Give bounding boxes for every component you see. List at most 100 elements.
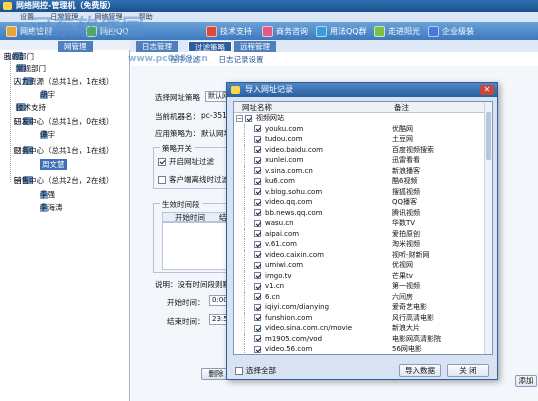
checkbox[interactable]: [235, 367, 243, 375]
checkbox[interactable]: [254, 293, 261, 300]
url-row[interactable]: aipai.com 爱拍原创: [234, 228, 486, 239]
add-button[interactable]: 添加: [515, 375, 537, 387]
tree-root[interactable]: − 我的部门: [4, 52, 34, 61]
url-list[interactable]: 网址名称 备注 − 视频网站 youku.com 优酷网 tudou.com 土豆网 vi…: [233, 101, 493, 355]
url-name: 6.cn: [265, 292, 280, 301]
url-row[interactable]: v.blog.sohu.com 搜狐视频: [234, 186, 486, 197]
url-row[interactable]: video.56.com 56网电影: [234, 344, 486, 354]
url-row[interactable]: v.sina.com.cn 新浪播客: [234, 165, 486, 176]
checkbox[interactable]: [254, 261, 261, 269]
checkbox[interactable]: [254, 240, 261, 248]
import-data-button[interactable]: 导入数据: [399, 364, 441, 377]
close-icon[interactable]: ✕: [480, 85, 494, 95]
checkbox[interactable]: [254, 251, 261, 258]
enterprise-button[interactable]: 企业级装: [428, 25, 474, 38]
tree-connector: [244, 323, 245, 334]
checkbox[interactable]: [254, 167, 261, 174]
checkbox[interactable]: [158, 158, 166, 166]
url-row[interactable]: v.61.com 淘米视频: [234, 239, 486, 250]
checkbox[interactable]: [254, 219, 261, 227]
time-note: 说明：没有时间段则默: [155, 280, 230, 289]
tree-item-finance[interactable]: − 财务中心（总共1台，1在线）: [14, 146, 114, 155]
checkbox[interactable]: [254, 146, 261, 153]
checkbox[interactable]: [158, 176, 166, 184]
tree-item-hr[interactable]: − 人力资源（总共1台，1在线）: [14, 77, 114, 86]
url-name: aipai.com: [265, 229, 300, 238]
tab-filter-policy[interactable]: 过滤策略: [188, 41, 232, 52]
group-icon: [316, 26, 327, 37]
url-row[interactable]: ku6.com 酷6视频: [234, 176, 486, 187]
checkbox[interactable]: [254, 303, 261, 311]
tree-item-user-selected[interactable]: 周文慧: [40, 159, 67, 170]
url-row[interactable]: xunlei.com 迅雷看看: [234, 155, 486, 166]
url-row[interactable]: umiwi.com 优视网: [234, 260, 486, 271]
offline-filter-option[interactable]: 客户端离线时过滤: [158, 174, 229, 185]
checkbox[interactable]: [254, 209, 261, 216]
time-table-body[interactable]: [162, 222, 228, 270]
url-row[interactable]: 6.cn 六间房: [234, 291, 486, 302]
url-row[interactable]: imgo.tv 芒果tv: [234, 270, 486, 281]
url-note: 芒果tv: [392, 271, 413, 280]
tree-item-user[interactable]: 胡宇: [40, 90, 55, 99]
url-note: 风行高清电影: [392, 313, 434, 322]
checkbox[interactable]: [254, 314, 261, 321]
tree-item-user[interactable]: 谭宇: [40, 130, 55, 139]
category-row[interactable]: − 视频网站: [234, 113, 486, 124]
close-button[interactable]: 关 闭: [447, 364, 489, 377]
url-row[interactable]: video.baidu.com 百度视频搜索: [234, 144, 486, 155]
tab-logs[interactable]: 日志管理: [136, 41, 178, 52]
url-name: v.blog.sohu.com: [265, 187, 323, 196]
url-row[interactable]: iqiyi.com/dianying 爱奇艺电影: [234, 302, 486, 313]
tab-remote[interactable]: 远程管理: [234, 41, 276, 52]
url-row[interactable]: funshion.com 风行高清电影: [234, 312, 486, 323]
checkbox[interactable]: [254, 282, 261, 290]
checkbox[interactable]: [254, 230, 261, 237]
url-name: m1905.com/vod: [265, 334, 323, 343]
url-note: 56网电影: [392, 345, 422, 353]
business-button[interactable]: 商务咨询: [262, 25, 308, 38]
tree-item-tech[interactable]: 技术支持: [16, 103, 46, 112]
url-row[interactable]: video.caixin.com 视听-财新网: [234, 249, 486, 260]
url-row[interactable]: tudou.com 土豆网: [234, 134, 486, 145]
tree-item-user[interactable]: 李海涛: [40, 203, 63, 212]
checkbox[interactable]: [254, 324, 261, 332]
select-all-option[interactable]: 选择全部: [235, 365, 276, 376]
url-row[interactable]: letv.com乐视网: [234, 355, 486, 356]
checkbox[interactable]: [245, 114, 252, 122]
scrollbar-thumb[interactable]: [486, 112, 491, 160]
sunshine-button[interactable]: 走进阳光: [374, 25, 420, 38]
url-row[interactable]: bb.news.qq.com 腾讯视频: [234, 207, 486, 218]
watermark-logo: 河东软件园: [30, 15, 146, 41]
checkbox[interactable]: [254, 272, 261, 279]
url-row[interactable]: v1.cn 第一视频: [234, 281, 486, 292]
tree-item-regular[interactable]: 常规部门: [16, 64, 46, 73]
scrollbar[interactable]: [484, 102, 492, 354]
url-name: v1.cn: [265, 282, 285, 290]
url-row[interactable]: youku.com 优酷网: [234, 123, 486, 134]
url-row[interactable]: wasu.cn 华数TV: [234, 218, 486, 229]
tree-item-user[interactable]: 李强: [40, 190, 55, 199]
url-row[interactable]: video.qq.com QQ播客: [234, 197, 486, 208]
checkbox[interactable]: [254, 335, 261, 342]
checkbox[interactable]: [254, 198, 261, 206]
checkbox[interactable]: [254, 156, 261, 164]
checkbox[interactable]: [254, 177, 261, 185]
url-row[interactable]: video.sina.com.cn/movie 新浪大片: [234, 323, 486, 334]
import-url-dialog: 导入网址记录 ✕ 网址名称 备注 − 视频网站 youku.com 优酷网 tudou…: [226, 82, 498, 380]
url-row[interactable]: m1905.com/vod 电影网高清影院: [234, 333, 486, 344]
checkbox[interactable]: [254, 188, 261, 195]
url-list-header: 网址名称 备注: [234, 102, 486, 113]
tree-connector: [244, 239, 245, 250]
subtab-log-settings[interactable]: 日志记录设置: [219, 55, 264, 64]
tree-item-rd[interactable]: − 研发中心（总共1台，0在线）: [14, 117, 114, 126]
url-note: 新浪播客: [392, 166, 420, 175]
checkbox[interactable]: [254, 345, 261, 353]
qq-group-button[interactable]: 用法QQ群: [316, 25, 367, 38]
tree-item-sales[interactable]: − 销售中心（总共2台，2在线）: [14, 176, 114, 185]
checkbox[interactable]: [254, 125, 261, 132]
collapse-icon[interactable]: −: [236, 114, 243, 122]
tech-support-button[interactable]: 技术支持: [206, 25, 252, 38]
tab-network[interactable]: 网管理: [58, 41, 93, 52]
checkbox[interactable]: [254, 135, 261, 143]
enable-filter-option[interactable]: 开启网址过滤: [158, 156, 214, 167]
